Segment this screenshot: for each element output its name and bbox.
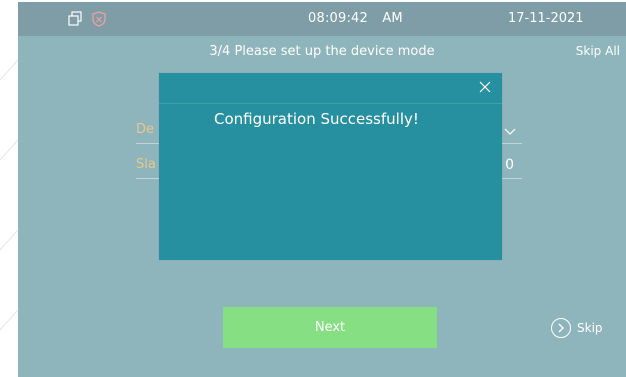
success-dialog: Configuration Successfully! xyxy=(159,73,502,260)
status-date: 17-11-2021 xyxy=(508,11,584,26)
dialog-divider xyxy=(159,103,502,104)
dialog-message: Configuration Successfully! xyxy=(214,110,419,128)
device-mode-label: De xyxy=(136,122,155,137)
next-button[interactable]: Next xyxy=(223,307,437,348)
duplicate-window-icon xyxy=(68,11,82,26)
status-time-value: 08:09:42 xyxy=(308,11,368,26)
skip-button[interactable]: Skip xyxy=(551,316,603,340)
step-title: 3/4 Please set up the device mode xyxy=(209,44,435,59)
status-time-ampm: AM xyxy=(382,11,403,26)
device-screen: 08:09:42 AM 17-11-2021 3/4 Please set up… xyxy=(18,2,626,377)
chevron-down-icon[interactable] xyxy=(504,126,516,136)
chevron-right-circle-icon xyxy=(551,318,571,338)
close-icon[interactable] xyxy=(478,80,492,94)
status-time: 08:09:42 AM xyxy=(308,11,403,26)
skip-all-button[interactable]: Skip All xyxy=(576,44,620,58)
shield-alert-icon xyxy=(92,11,106,27)
status-bar: 08:09:42 AM 17-11-2021 xyxy=(18,2,626,36)
skip-label: Skip xyxy=(577,321,603,335)
slave-label: Sla xyxy=(136,157,156,172)
slave-value: 0 xyxy=(505,157,514,173)
